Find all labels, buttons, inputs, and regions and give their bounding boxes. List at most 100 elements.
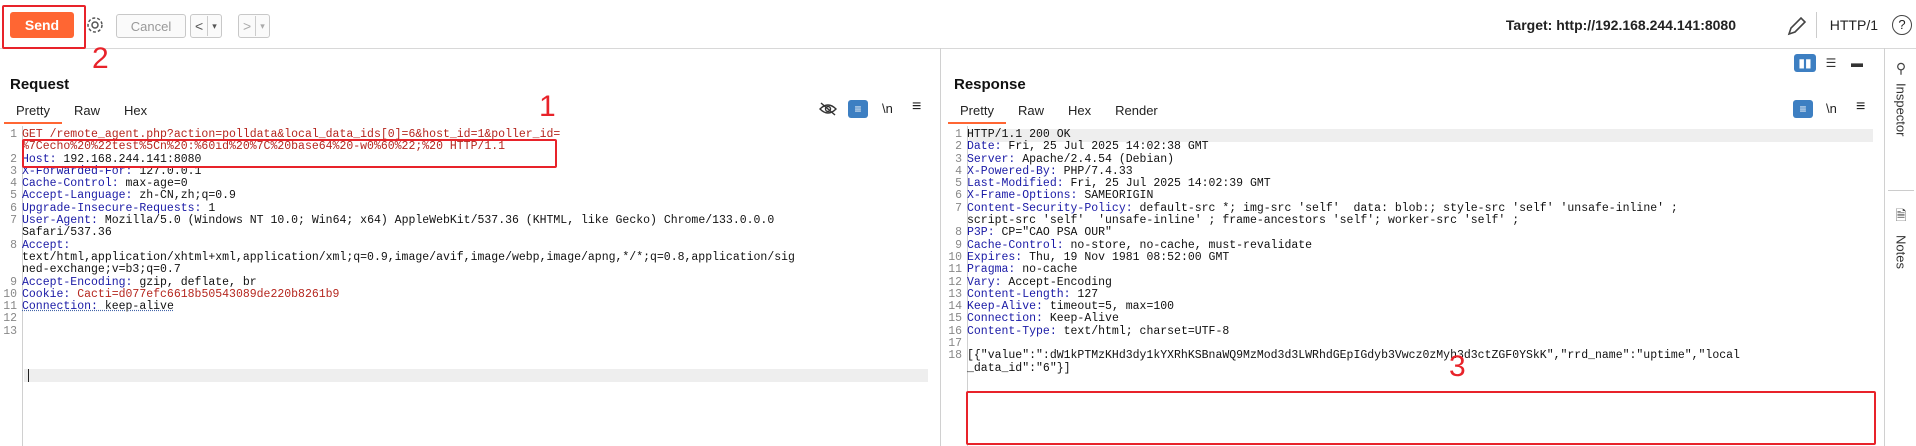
header-value: HTTP/1.1 200 OK [967, 128, 1071, 141]
response-tab-raw[interactable]: Raw [1006, 100, 1056, 122]
line-text: Connection: keep-alive [22, 301, 174, 313]
header-value: SAMEORIGIN [1084, 189, 1154, 203]
line-number: 12 [3, 312, 17, 326]
inspector-panel-tab[interactable]: ⚲ Inspector [1888, 60, 1914, 136]
forward-arrow-icon[interactable]: > [239, 18, 255, 34]
layout-side-by-side-icon[interactable]: ▮▮ [1794, 54, 1816, 72]
line-number [0, 264, 22, 276]
annotation-number-2: 2 [92, 42, 109, 75]
line-number: 1 [10, 128, 17, 141]
line-number [945, 363, 967, 375]
request-menu-icon[interactable]: ≡ [912, 98, 921, 116]
line-number: 7 [955, 201, 962, 215]
header-name: Cache-Control: [22, 177, 126, 191]
header-value: keep-alive [104, 300, 174, 314]
forward-dropdown-icon[interactable]: ▾ [255, 16, 269, 36]
response-editor[interactable]: 1 HTTP/1.1 200 OK 2 Date: Fri, 25 Jul 2025 … [945, 128, 1875, 375]
header-value: timeout=5, max=100 [1049, 300, 1175, 314]
header-name: X-Frame-Options: [967, 189, 1085, 203]
line-number: 5 [10, 189, 17, 203]
back-dropdown-icon[interactable]: ▾ [207, 16, 221, 36]
annotation-number-3: 3 [1449, 350, 1466, 383]
header-name: X-Powered-By: [967, 164, 1064, 178]
request-tab-hex[interactable]: Hex [112, 100, 159, 122]
hide-eye-icon[interactable] [818, 101, 838, 117]
line-number [0, 141, 22, 153]
header-value: Fri, 25 Jul 2025 14:02:39 GMT [1070, 177, 1271, 191]
line-number: 11 [948, 263, 962, 277]
help-icon[interactable]: ? [1892, 15, 1912, 35]
header-value: _data_id":"6"}] [967, 361, 1071, 375]
response-line: 16 Content-Type: text/html; charset=UTF-8 [945, 324, 1875, 338]
line-number: 6 [955, 189, 962, 203]
notes-label: Notes [1893, 235, 1909, 269]
request-line: 7 User-Agent: Mozilla/5.0 (Windows NT 10.… [0, 214, 930, 228]
request-tab-pretty[interactable]: Pretty [4, 100, 62, 124]
header-value: no-store, no-cache, must-revalidate [1070, 238, 1313, 252]
header-name: P3P: [967, 226, 1002, 240]
response-line: _data_id":"6"}] [945, 361, 1875, 375]
line-number: 15 [948, 312, 962, 326]
request-cursor [28, 369, 29, 382]
header-value: default-src *; img-src 'self' data: blob… [1139, 201, 1678, 215]
request-line: Safari/537.36 [0, 227, 930, 239]
request-current-line [24, 369, 928, 382]
annotation-box-1 [22, 139, 557, 168]
header-name: Upgrade-Insecure-Requests: [22, 201, 209, 215]
layout-single-icon[interactable]: ▬ [1846, 54, 1868, 72]
header-name: Accept: [22, 238, 78, 252]
annotation-box-3 [966, 391, 1876, 445]
inspector-label: Inspector [1893, 83, 1909, 137]
protocol-label[interactable]: HTTP/1 [1830, 17, 1878, 33]
header-name: Connection: [967, 312, 1050, 326]
sidebar-tab-divider [1888, 190, 1914, 191]
line-number [0, 252, 22, 264]
request-wrap-icon[interactable]: ≡ [848, 100, 868, 118]
header-name: Connection: [22, 300, 105, 314]
header-value: zh-CN,zh;q=0.9 [139, 189, 236, 203]
header-value: text/html; charset=UTF-8 [1063, 324, 1230, 338]
line-number: 8 [10, 238, 17, 252]
response-menu-icon[interactable]: ≡ [1856, 98, 1865, 116]
request-tabs: Pretty Raw Hex [4, 100, 159, 124]
line-text: _data_id":"6"}] [967, 361, 1071, 375]
header-value: 127 [1077, 287, 1099, 301]
response-tab-hex[interactable]: Hex [1056, 100, 1103, 122]
header-name: Pragma: [967, 263, 1023, 277]
edit-pencil-icon[interactable] [1785, 14, 1809, 38]
request-line: 11 Connection: keep-alive [0, 300, 930, 313]
line-text: Content-Type: text/html; charset=UTF-8 [967, 324, 1230, 338]
forward-nav-group[interactable]: > ▾ [238, 14, 270, 38]
settings-gear-icon[interactable] [85, 15, 105, 35]
cancel-button[interactable]: Cancel [116, 14, 186, 38]
line-number: 12 [948, 275, 962, 289]
notes-panel-tab[interactable]: 🗎 Notes [1888, 205, 1914, 269]
back-nav-group[interactable]: < ▾ [190, 14, 222, 38]
request-newline-toggle[interactable]: \n [882, 101, 893, 116]
line-number [0, 227, 22, 239]
target-label: Target: http://192.168.244.141:8080 [1505, 17, 1736, 33]
response-tab-pretty[interactable]: Pretty [948, 100, 1006, 124]
pane-divider[interactable] [940, 48, 941, 446]
response-wrap-icon[interactable]: ≡ [1793, 100, 1813, 118]
header-name: Last-Modified: [967, 177, 1071, 191]
header-name: Accept-Encoding: [22, 275, 140, 289]
header-value: script-src 'self' 'unsafe-inline' ; fram… [967, 214, 1520, 228]
sidebar-divider [1884, 48, 1885, 446]
header-value: [{"value":":dW1kPTMzKHd3dy1kYXRhKSBnaWQ9… [967, 349, 1740, 363]
request-line: 13 [0, 325, 930, 338]
layout-stacked-icon[interactable]: ☰ [1820, 54, 1842, 72]
response-tab-render[interactable]: Render [1103, 100, 1170, 122]
header-name: Date: [967, 140, 1009, 154]
header-value: gzip, deflate, br [139, 275, 257, 289]
header-name: Cookie: [22, 287, 78, 301]
header-name: Server: [967, 152, 1023, 166]
header-value: Mozilla/5.0 (Windows NT 10.0; Win64; x64… [104, 214, 775, 228]
line-number: 7 [10, 214, 17, 228]
header-value: Accept-Encoding [1008, 275, 1112, 289]
inspector-icon: ⚲ [1895, 60, 1907, 76]
response-newline-toggle[interactable]: \n [1826, 101, 1837, 116]
back-arrow-icon[interactable]: < [191, 18, 207, 34]
request-tab-raw[interactable]: Raw [62, 100, 112, 122]
header-name: Expires: [967, 250, 1030, 264]
